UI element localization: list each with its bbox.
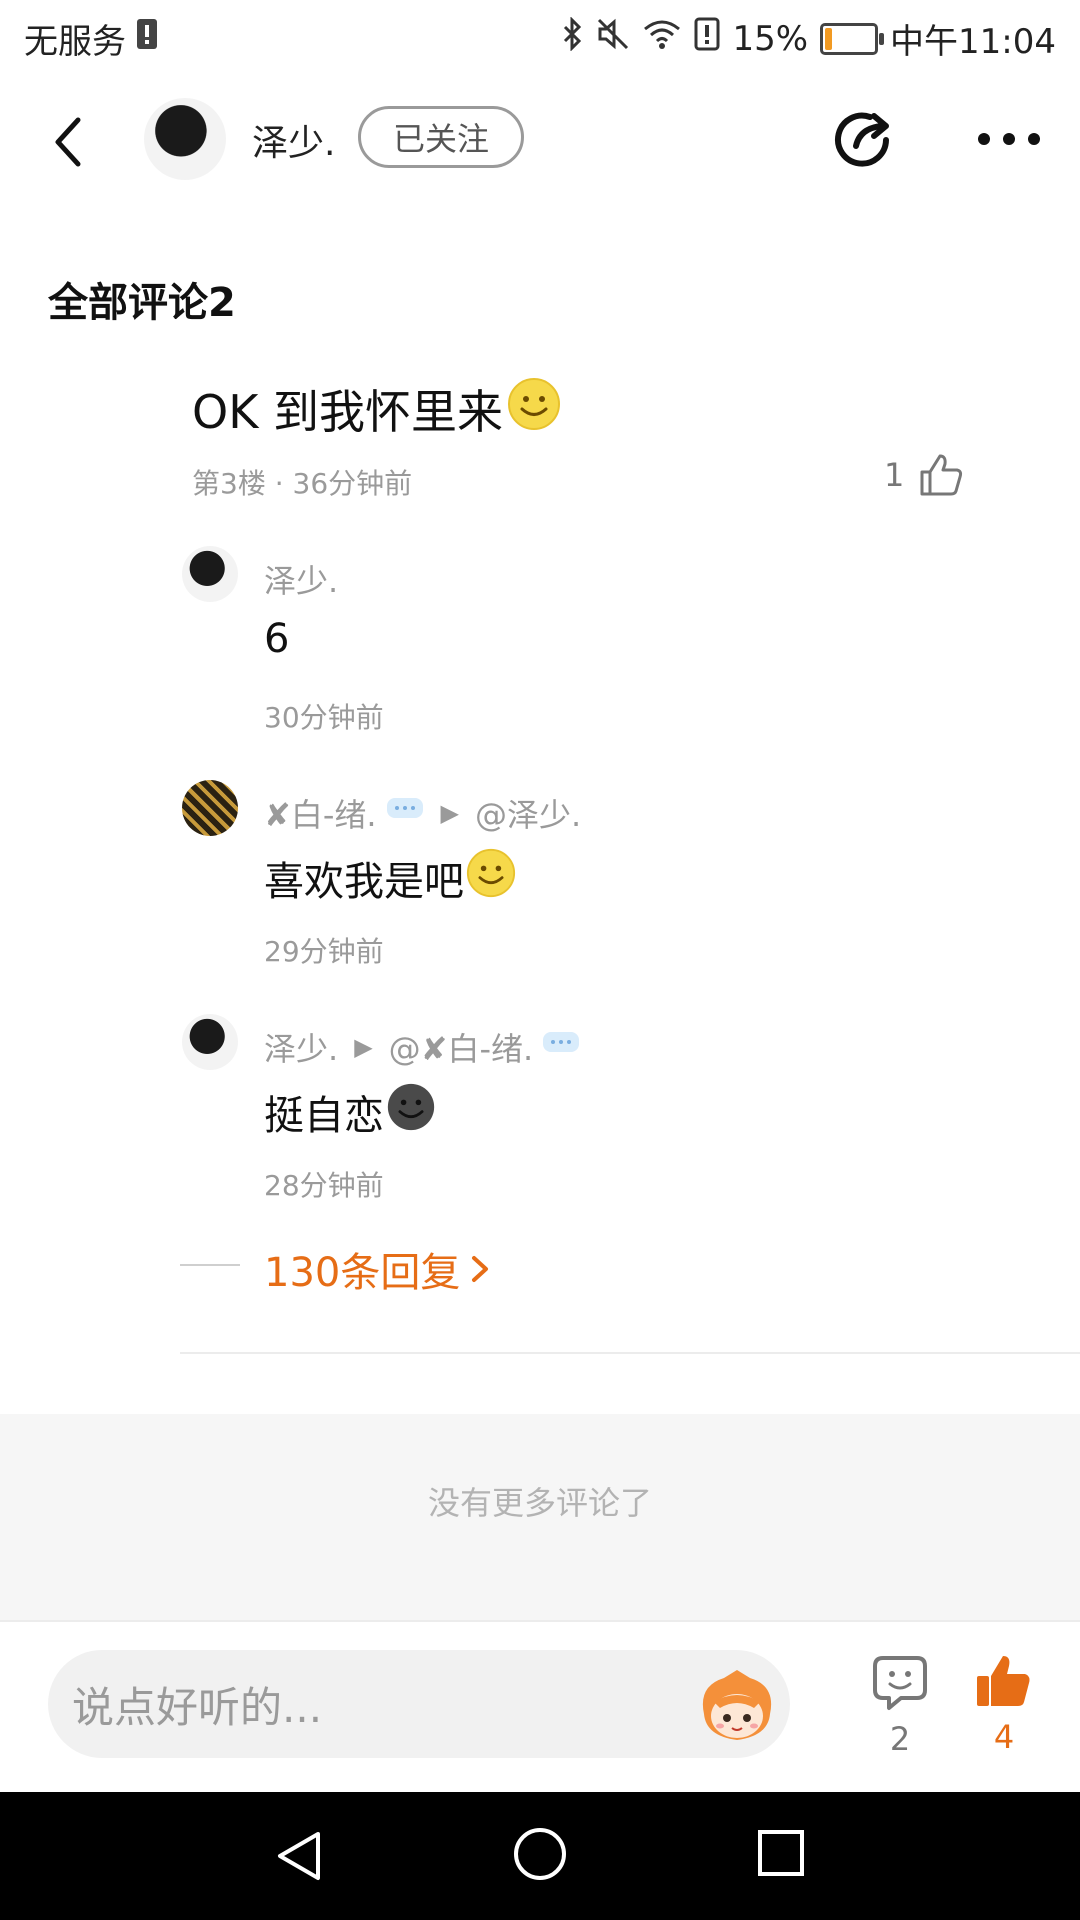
chat-bubble-icon [385, 794, 425, 832]
nav-home-button[interactable] [512, 1826, 568, 1886]
comment-icon [873, 1656, 927, 1710]
end-of-list: 没有更多评论了 [0, 1414, 1080, 1620]
comment-count-button[interactable]: 2 [868, 1654, 932, 1760]
nav-home-icon [514, 1828, 566, 1880]
reply-header: ✘白-绪. ▶ @泽少. [264, 790, 581, 836]
thumb-filled-icon [977, 1656, 1030, 1706]
no-more-text: 没有更多评论了 [427, 1484, 652, 1522]
bluetooth-icon [562, 16, 584, 60]
reply-time: 28分钟前 [264, 1169, 384, 1202]
dark-emoji-icon [386, 1082, 436, 1142]
reply-content: 喜欢我是吧 [264, 848, 516, 908]
clock: 中午11:04 [890, 22, 1056, 62]
comment-input[interactable]: 说点好听的... [48, 1650, 790, 1758]
battery-fill [825, 27, 833, 50]
carrier-text: 无服务 [24, 22, 126, 62]
wifi-icon [642, 17, 682, 60]
post-like-button[interactable]: 4 [974, 1652, 1034, 1760]
reply-avatar[interactable] [182, 546, 238, 602]
status-right: 15% 中午11:04 [562, 14, 1056, 63]
reply-target[interactable]: @泽少. [475, 790, 581, 836]
system-nav-bar [0, 1792, 1080, 1920]
more-replies-link[interactable]: 130条回复 [264, 1240, 492, 1298]
reply-header: 泽少. ▶ @✘白-绪. [264, 1024, 581, 1070]
share-icon [835, 112, 889, 167]
reply-arrow: ▶ [440, 799, 460, 827]
comment-like-count: 1 [884, 456, 905, 494]
mute-icon [596, 17, 630, 60]
reply-avatar[interactable] [182, 780, 238, 836]
post-like-count: 4 [993, 1718, 1015, 1756]
bottom-bar-divider [0, 1620, 1080, 1622]
section-title: 全部评论2 [48, 280, 236, 326]
mascot-icon [702, 1670, 772, 1740]
reply-arrow: ▶ [354, 1033, 373, 1061]
status-bar: 无服务 15% 中午11:04 [0, 0, 1080, 76]
main-comment: OK 到我怀里来 [192, 376, 561, 442]
chevron-right-icon [472, 1256, 489, 1282]
reply-text: 6 [264, 616, 290, 662]
chat-bubble-icon [541, 1028, 581, 1066]
reply-content: 挺自恋 [264, 1082, 436, 1142]
reply-time: 30分钟前 [264, 701, 384, 734]
reply-avatar[interactable] [182, 1014, 238, 1070]
nav-recents-button[interactable] [756, 1828, 806, 1882]
comment-text: OK 到我怀里来 [192, 385, 503, 439]
smile-emoji-icon [466, 848, 516, 908]
comment-like-button[interactable]: 1 [884, 452, 964, 498]
more-button[interactable] [974, 124, 1044, 154]
comment-divider [180, 1352, 1080, 1354]
more-replies-line [180, 1264, 240, 1266]
like-icon [920, 454, 963, 496]
comment-input-placeholder: 说点好听的... [72, 1682, 323, 1732]
battery-icon [820, 22, 885, 55]
nav-back-icon [278, 1832, 320, 1880]
reply-text: 喜欢我是吧 [264, 859, 464, 905]
reply-author[interactable]: 泽少. [264, 1024, 338, 1070]
comment-count: 2 [889, 1720, 911, 1758]
reply-author[interactable]: ✘白-绪. [264, 790, 377, 836]
reply-target[interactable]: @✘白-绪. [389, 1024, 534, 1070]
comment-meta: 第3楼 · 36分钟前 [192, 467, 413, 500]
battery-percent: 15% [732, 18, 809, 59]
author-avatar[interactable] [144, 98, 226, 180]
author-name[interactable]: 泽少. [252, 114, 335, 166]
sim-icon [136, 17, 158, 60]
smile-emoji-icon [507, 377, 561, 442]
status-left: 无服务 [24, 14, 158, 63]
follow-button[interactable]: 已关注 [358, 106, 524, 168]
share-button[interactable] [830, 106, 900, 176]
back-button[interactable] [44, 112, 94, 172]
nav-back-button[interactable] [274, 1828, 324, 1888]
mascot-button[interactable] [694, 1666, 780, 1746]
alert-icon [694, 17, 720, 60]
reply-time: 29分钟前 [264, 935, 384, 968]
more-icon [978, 133, 1040, 145]
more-replies-label: 130条回复 [264, 1250, 461, 1296]
back-icon [55, 117, 81, 167]
nav-recents-icon [758, 1830, 804, 1876]
reply-author[interactable]: 泽少. [264, 556, 338, 602]
reply-text: 挺自恋 [264, 1093, 384, 1139]
